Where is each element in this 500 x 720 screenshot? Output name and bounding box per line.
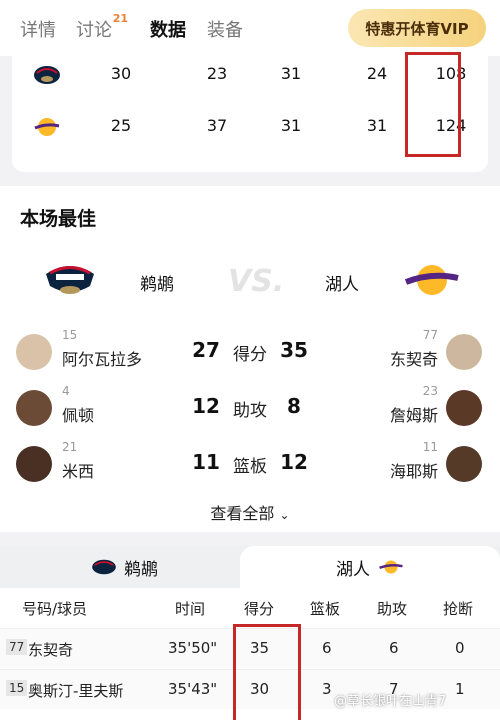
column-header: 抢断 xyxy=(443,600,474,618)
avatar xyxy=(16,390,52,426)
lakers-logo-icon xyxy=(379,560,403,574)
vip-button[interactable]: 特惠开体育VIP xyxy=(348,9,486,47)
tab-equipment[interactable]: 装备 xyxy=(207,16,243,42)
pelicans-logo-icon xyxy=(92,559,116,575)
player-number: 23 xyxy=(422,384,438,398)
avatar xyxy=(16,446,52,482)
score-cell: 30 xyxy=(110,64,132,83)
top-nav: 详情 讨论 21 数据 装备 特惠开体育VIP xyxy=(0,0,500,56)
view-all-label: 查看全部 xyxy=(210,504,275,523)
home-player-name[interactable]: 阿尔瓦拉多 xyxy=(62,346,142,370)
watermark: @草长银叶在山青7 xyxy=(334,694,447,709)
avatar xyxy=(446,334,482,370)
best-players-card: 本场最佳 鹈鹕 VS. 湖人 15 阿尔瓦拉多 27 得分 35 77 东契奇 … xyxy=(0,186,500,532)
player-number: 11 xyxy=(422,440,438,454)
player-number-badge: 77 xyxy=(6,639,28,655)
points-highlight-box xyxy=(233,624,301,720)
away-stat-value: 12 xyxy=(280,450,308,474)
rebounds-cell: 3 xyxy=(322,680,332,698)
assists-cell: 6 xyxy=(389,639,399,657)
player-number: 4 xyxy=(62,384,70,398)
pelicans-logo-icon xyxy=(34,66,60,84)
pelicans-logo-icon xyxy=(46,266,94,294)
avatar xyxy=(16,334,52,370)
best-team-header: 鹈鹕 VS. 湖人 xyxy=(0,256,500,306)
player-number: 77 xyxy=(422,328,438,342)
away-player-name[interactable]: 东契奇 xyxy=(390,346,438,370)
score-cell: 31 xyxy=(280,64,302,83)
lakers-logo-icon xyxy=(34,118,60,136)
rebounds-cell: 6 xyxy=(322,639,332,657)
player-number-badge: 15 xyxy=(6,680,28,696)
team-tab-home[interactable]: 鹈鹕 xyxy=(90,546,240,588)
home-stat-value: 11 xyxy=(192,450,220,474)
column-header: 号码/球员 xyxy=(22,600,88,618)
away-team-name: 湖人 xyxy=(325,275,359,295)
tab-data[interactable]: 数据 xyxy=(150,16,186,42)
away-player-name[interactable]: 海耶斯 xyxy=(390,458,438,482)
team-tab-away[interactable]: 湖人 xyxy=(240,546,500,588)
home-stat-value: 27 xyxy=(192,338,220,362)
chevron-down-icon: ⌄ xyxy=(279,508,290,522)
table-header: 号码/球员 时间 得分 篮板 助攻 抢断 xyxy=(0,588,500,628)
steals-cell: 0 xyxy=(455,639,465,657)
stat-label: 得分 xyxy=(233,345,267,365)
lakers-logo-icon xyxy=(404,265,459,295)
home-stat-value: 12 xyxy=(192,394,220,418)
score-cell: 25 xyxy=(110,116,132,135)
team-tabs: 鹈鹕 湖人 xyxy=(0,546,500,588)
minutes-cell: 35'50" xyxy=(168,639,218,657)
column-header: 时间 xyxy=(175,600,206,618)
player-name[interactable]: 东契奇 xyxy=(28,639,73,660)
team-tab-home-label: 鹈鹕 xyxy=(124,559,158,580)
away-player-name[interactable]: 詹姆斯 xyxy=(390,402,438,426)
view-all-button[interactable]: 查看全部 ⌄ xyxy=(0,500,500,524)
stat-label: 助攻 xyxy=(233,401,267,421)
minutes-cell: 35'43" xyxy=(168,680,218,698)
column-header: 篮板 xyxy=(310,600,341,618)
score-cell: 31 xyxy=(280,116,302,135)
best-stat-row: 4 佩顿 12 助攻 8 23 詹姆斯 xyxy=(0,384,500,434)
column-header: 得分 xyxy=(244,600,275,618)
avatar xyxy=(446,446,482,482)
tab-discussion-label: 讨论 xyxy=(76,20,112,41)
score-cell: 23 xyxy=(206,64,228,83)
score-cell: 24 xyxy=(366,64,388,83)
stat-label: 篮板 xyxy=(233,457,267,477)
home-player-name[interactable]: 米西 xyxy=(62,458,94,482)
score-cell: 37 xyxy=(206,116,228,135)
total-highlight-box xyxy=(405,52,461,157)
tab-details[interactable]: 详情 xyxy=(20,16,56,42)
away-stat-value: 8 xyxy=(287,394,301,418)
section-title: 本场最佳 xyxy=(20,208,97,230)
score-cell: 31 xyxy=(366,116,388,135)
best-stat-row: 21 米西 11 篮板 12 11 海耶斯 xyxy=(0,440,500,490)
column-header: 助攻 xyxy=(377,600,408,618)
avatar xyxy=(446,390,482,426)
away-stat-value: 35 xyxy=(280,338,308,362)
vs-mark: VS. xyxy=(228,264,285,299)
home-team-name: 鹈鹕 xyxy=(140,275,174,295)
player-name[interactable]: 奥斯汀-里夫斯 xyxy=(28,680,123,701)
player-number: 15 xyxy=(62,328,78,342)
home-player-name[interactable]: 佩顿 xyxy=(62,402,94,426)
team-tab-away-label: 湖人 xyxy=(336,559,370,580)
discussion-count-badge: 21 xyxy=(112,12,128,25)
steals-cell: 1 xyxy=(455,680,465,698)
best-stat-row: 15 阿尔瓦拉多 27 得分 35 77 东契奇 xyxy=(0,328,500,378)
player-number: 21 xyxy=(62,440,78,454)
tab-discussion[interactable]: 讨论 21 xyxy=(76,12,128,42)
